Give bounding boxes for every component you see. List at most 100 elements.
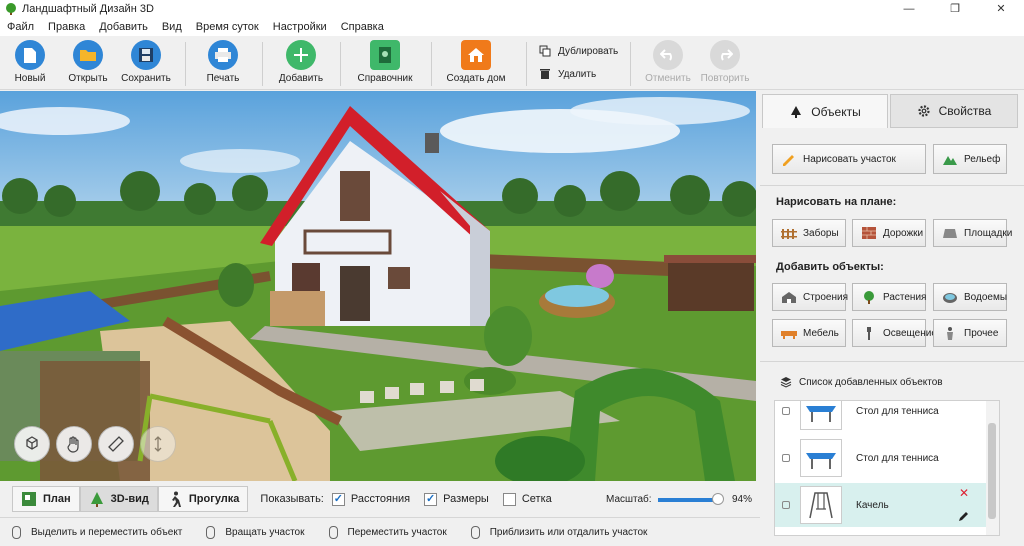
tab-walk-label: Прогулка xyxy=(188,493,240,505)
menu-view[interactable]: Вид xyxy=(155,21,189,33)
duplicate-button[interactable]: Дублировать xyxy=(539,45,618,57)
hint-zoom-label: Приблизить или отдалить участок xyxy=(489,526,648,538)
tab-walk[interactable]: Прогулка xyxy=(157,486,249,512)
tab-plan[interactable]: План xyxy=(12,486,80,512)
3d-viewport[interactable] xyxy=(0,91,756,481)
list-item[interactable]: Стол для тенниса xyxy=(775,401,987,433)
lock-icon[interactable] xyxy=(782,407,790,415)
add-objects-heading: Добавить объекты: xyxy=(776,261,884,273)
plants-button[interactable]: Растения xyxy=(852,283,926,311)
fence-icon xyxy=(781,229,797,239)
hint-select-move: Выделить и переместить объект xyxy=(12,525,183,539)
undo-button[interactable]: Отменить xyxy=(638,40,698,88)
lock-icon[interactable] xyxy=(782,454,790,462)
list-item-selected[interactable]: Качель ✕ xyxy=(775,483,987,527)
relief-label: Рельеф xyxy=(964,153,1001,165)
new-button[interactable]: Новый xyxy=(0,40,60,88)
redo-button[interactable]: Повторить xyxy=(695,40,755,88)
table-tennis-thumbnail xyxy=(800,439,842,477)
edit-pencil-icon[interactable] xyxy=(958,510,970,522)
section-divider xyxy=(760,185,1024,186)
create-house-button[interactable]: Создать дом xyxy=(446,40,506,88)
tab-plan-label: План xyxy=(43,493,71,505)
zoom-slider-fill xyxy=(658,498,719,502)
areas-button[interactable]: Площадки xyxy=(933,219,1012,247)
scrollbar-thumb[interactable] xyxy=(988,423,996,519)
tile-area-icon xyxy=(943,229,957,238)
tab-properties-label: Свойства xyxy=(938,104,992,118)
height-tool-button[interactable] xyxy=(140,426,176,462)
close-button[interactable]: ✕ xyxy=(978,0,1024,17)
reference-button[interactable]: Справочник xyxy=(355,40,415,88)
fences-label: Заборы xyxy=(803,227,839,239)
menu-add[interactable]: Добавить xyxy=(92,21,155,33)
save-button[interactable]: Сохранить xyxy=(116,40,176,88)
object-list[interactable]: Стол для тенниса Стол для тенниса Качель… xyxy=(774,400,1000,536)
add-label: Добавить xyxy=(278,73,324,84)
object-list-heading: Список добавленных объектов xyxy=(780,376,943,388)
mountain-icon xyxy=(943,156,957,165)
checkmark-icon: ✓ xyxy=(424,492,438,506)
furniture-button[interactable]: Мебель xyxy=(772,319,846,347)
duplicate-icon xyxy=(539,45,551,57)
pan-view-button[interactable] xyxy=(56,426,92,462)
draw-plot-label: Нарисовать участок xyxy=(803,153,896,165)
object-list-scrollbar[interactable] xyxy=(986,401,999,535)
rotate-view-button[interactable] xyxy=(14,426,50,462)
buildings-button[interactable]: Строения xyxy=(772,283,848,311)
show-grid-label: Сетка xyxy=(521,493,552,505)
menu-time-of-day[interactable]: Время суток xyxy=(189,21,266,33)
print-button[interactable]: Печать xyxy=(193,40,253,88)
mouse-wheel-icon xyxy=(470,525,480,539)
window-title: Ландшафтный Дизайн 3D xyxy=(22,2,154,15)
show-distances-checkbox[interactable]: ✓ Расстояния xyxy=(331,492,410,506)
open-button[interactable]: Открыть xyxy=(58,40,118,88)
tree-3d-icon xyxy=(90,492,103,507)
garden-scene-render xyxy=(0,91,756,481)
show-sizes-checkbox[interactable]: ✓ Размеры xyxy=(424,492,489,506)
remove-object-icon[interactable]: ✕ xyxy=(959,486,969,500)
lighting-button[interactable]: Освещение xyxy=(852,319,937,347)
relief-button[interactable]: Рельеф xyxy=(933,144,1007,174)
book-icon xyxy=(370,40,400,70)
tab-3d-view[interactable]: 3D-вид xyxy=(79,486,158,512)
ponds-button[interactable]: Водоемы xyxy=(933,283,1007,311)
hint-zoom: Приблизить или отдалить участок xyxy=(470,525,648,539)
add-button[interactable]: Добавить xyxy=(271,40,331,88)
list-item-name: Стол для тенниса xyxy=(856,452,939,464)
floppy-disk-icon xyxy=(131,40,161,70)
open-label: Открыть xyxy=(68,73,108,84)
measure-button[interactable] xyxy=(98,426,134,462)
section-divider xyxy=(760,361,1024,362)
brick-path-icon xyxy=(862,227,876,239)
menu-edit[interactable]: Правка xyxy=(41,21,92,33)
tab-objects[interactable]: Объекты xyxy=(762,94,888,128)
toolbar-separator xyxy=(262,42,263,86)
menu-help[interactable]: Справка xyxy=(334,21,391,33)
list-item[interactable]: Стол для тенниса xyxy=(775,436,987,480)
save-label: Сохранить xyxy=(121,73,171,84)
checkmark-icon: ✓ xyxy=(331,492,345,506)
minimize-button[interactable]: — xyxy=(886,0,932,17)
title-bar: Ландшафтный Дизайн 3D — ❐ ✕ xyxy=(0,0,1024,17)
pond-icon xyxy=(943,293,957,303)
tab-properties[interactable]: Свойства xyxy=(890,94,1018,128)
draw-plot-button[interactable]: Нарисовать участок xyxy=(772,144,926,174)
paths-label: Дорожки xyxy=(883,227,924,239)
lock-icon[interactable] xyxy=(782,501,790,509)
delete-button[interactable]: Удалить xyxy=(539,68,596,80)
paths-button[interactable]: Дорожки xyxy=(852,219,926,247)
undo-label: Отменить xyxy=(645,73,691,84)
delete-label: Удалить xyxy=(558,68,597,80)
mouse-right-icon xyxy=(206,525,216,539)
toolbar: Новый Открыть Сохранить Печать Добавить … xyxy=(0,36,1024,90)
show-label: Показывать: xyxy=(260,493,324,505)
hint-select-move-label: Выделить и переместить объект xyxy=(31,526,183,538)
menu-file[interactable]: Файл xyxy=(0,21,41,33)
show-grid-checkbox[interactable]: Сетка xyxy=(502,492,552,506)
maximize-button[interactable]: ❐ xyxy=(932,0,978,17)
zoom-slider[interactable] xyxy=(658,493,725,505)
fences-button[interactable]: Заборы xyxy=(772,219,846,247)
menu-settings[interactable]: Настройки xyxy=(266,21,334,33)
other-button[interactable]: Прочее xyxy=(933,319,1007,347)
